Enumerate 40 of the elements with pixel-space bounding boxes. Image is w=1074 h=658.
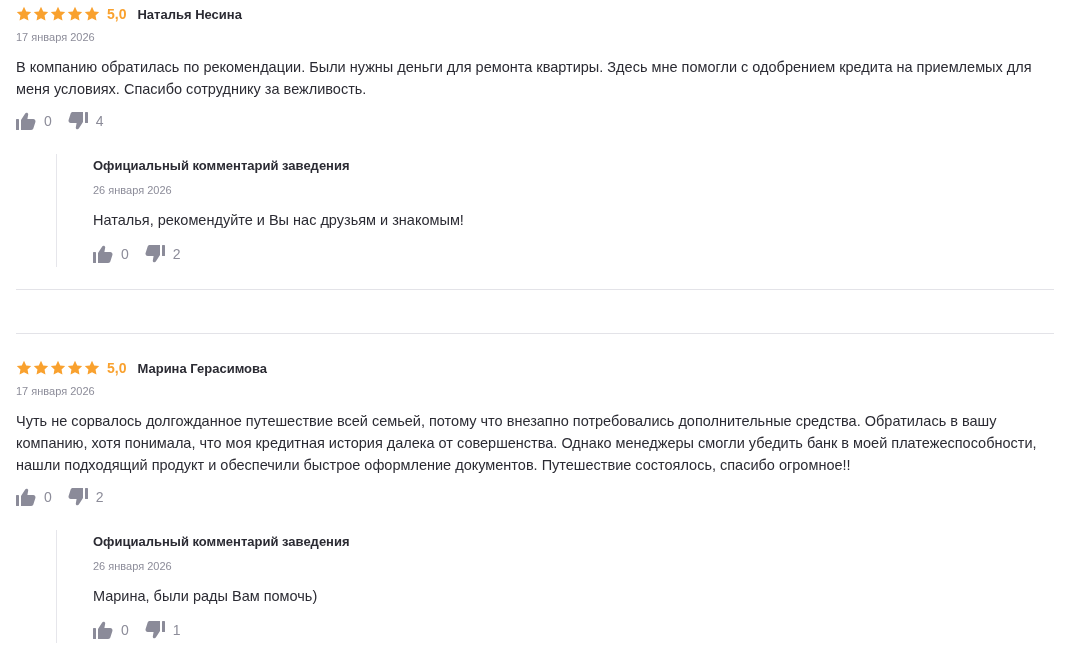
- star-icon: [84, 360, 100, 376]
- rating-value: 5,0: [107, 360, 127, 376]
- thumbs-down-icon: [144, 621, 165, 639]
- review-text: Чуть не сорвалось долгожданное путешествие всей семьей, потому что внезапно потребовались дополнительные средства. Обратилась в вашу компанию, хотя понимала, что моя кредитная история далека от совершенства. Однако менеджеры смогли убедить банк в моей платежеспособности, нашли подходящий продукт и обеспечили быстрое оформление документов. Путешествие состоялось, спасибо огромное!!: [16, 412, 1038, 475]
- thumbs-down-icon: [67, 112, 88, 130]
- like-button[interactable]: 0: [16, 112, 52, 130]
- dislike-button[interactable]: 2: [144, 245, 181, 263]
- reply-date: 26 января 2026: [93, 183, 172, 197]
- thumbs-up-icon: [16, 488, 36, 506]
- author-name: Марина Герасимова: [137, 360, 268, 376]
- star-icon: [67, 360, 83, 376]
- dislike-button[interactable]: 2: [67, 488, 104, 506]
- dislike-button[interactable]: 4: [67, 112, 104, 130]
- like-button[interactable]: 0: [93, 621, 129, 639]
- review-text: В компанию обратилась по рекомендации. Были нужны деньги для ремонта квартиры. Здесь мне помогли с одобрением кредита на приемлемых для меня условиях. Спасибо сотруднику за вежливость.: [16, 58, 1033, 99]
- reply-date: 26 января 2026: [93, 559, 172, 573]
- thumbs-up-icon: [16, 112, 36, 130]
- star-icon: [84, 6, 100, 22]
- review-date: 17 января 2026: [16, 30, 95, 44]
- star-icon: [33, 6, 49, 22]
- thumbs-down-icon: [144, 245, 165, 263]
- star-icon: [16, 360, 32, 376]
- reply-text: Наталья, рекомендуйте и Вы нас друзьям и знакомым!: [93, 211, 465, 230]
- reply-title: Официальный комментарий заведения: [93, 157, 350, 175]
- dislike-button[interactable]: 1: [144, 621, 181, 639]
- star-icon: [33, 360, 49, 376]
- star-icon: [50, 360, 66, 376]
- rating-value: 5,0: [107, 6, 127, 22]
- thumbs-up-icon: [93, 245, 113, 263]
- like-button[interactable]: 0: [16, 488, 52, 506]
- thumbs-down-icon: [67, 488, 88, 506]
- reply-title: Официальный комментарий заведения: [93, 533, 350, 551]
- star-icon: [67, 6, 83, 22]
- reply-text: Марина, были рады Вам помочь): [93, 587, 319, 606]
- star-icon: [50, 6, 66, 22]
- star-icon: [16, 6, 32, 22]
- review-date: 17 января 2026: [16, 384, 95, 398]
- like-button[interactable]: 0: [93, 245, 129, 263]
- thumbs-up-icon: [93, 621, 113, 639]
- author-name: Наталья Несина: [137, 6, 242, 22]
